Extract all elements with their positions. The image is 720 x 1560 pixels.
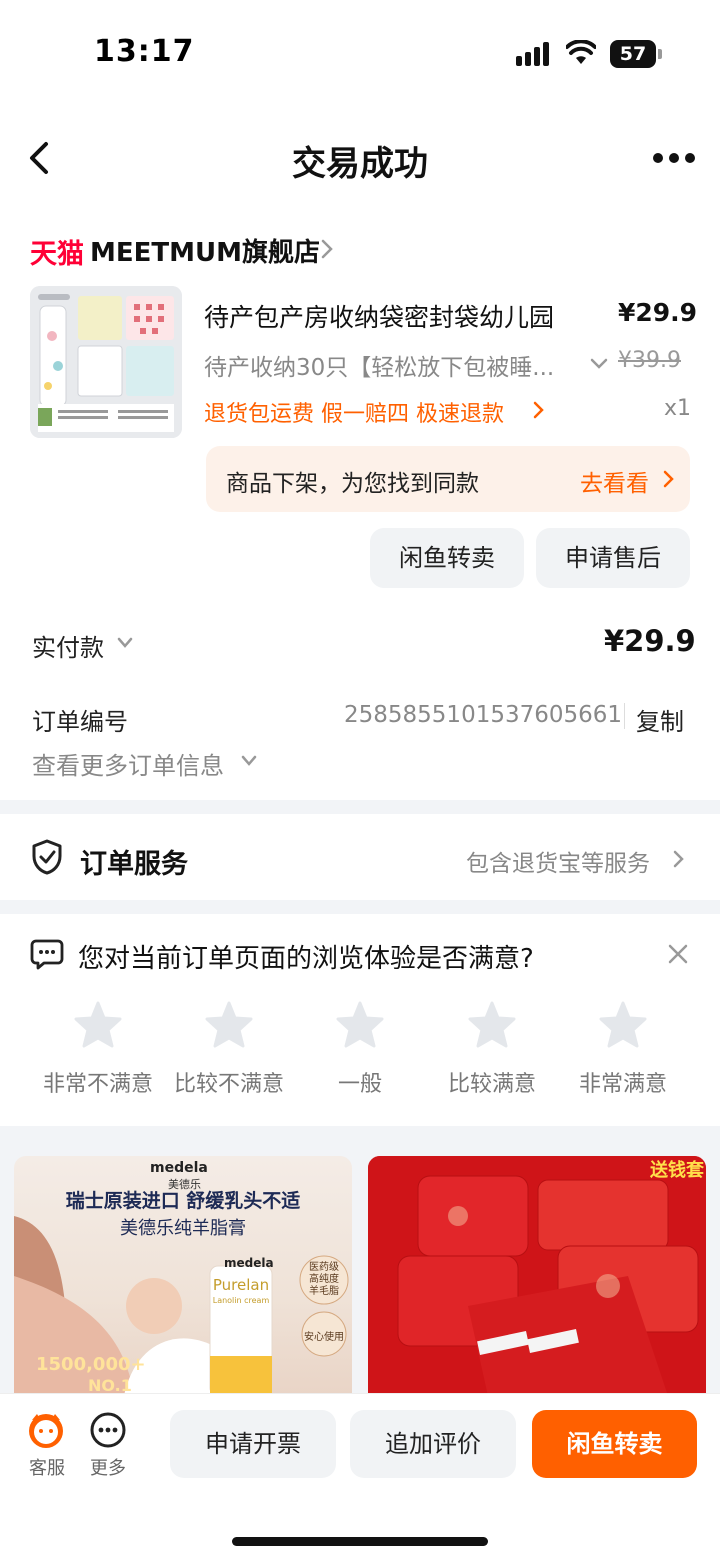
more-options-icon[interactable] <box>650 148 698 168</box>
paid-amount-label[interactable]: 实付款 <box>32 628 104 663</box>
more-order-info-link[interactable]: 查看更多订单信息 <box>32 746 224 781</box>
star-icon[interactable] <box>203 1000 255 1050</box>
product-quantity: x1 <box>664 396 692 421</box>
battery-level: 57 <box>610 40 656 68</box>
battery-indicator: 57 <box>610 40 662 68</box>
chevron-right-icon[interactable] <box>672 848 686 870</box>
product-thumbnail[interactable] <box>30 286 182 438</box>
status-time: 13:17 <box>94 34 195 69</box>
ranking-badge: NO.1 <box>88 1376 132 1395</box>
star-icon[interactable] <box>334 1000 386 1050</box>
rating-option[interactable]: 非常不满意 <box>28 1066 168 1098</box>
star-icon[interactable] <box>597 1000 649 1050</box>
chevron-right-icon[interactable] <box>662 468 676 490</box>
promo-badge: 送钱套 <box>650 1160 704 1181</box>
section-divider <box>0 800 720 814</box>
product-card-medela[interactable]: medela 美德乐 瑞士原装进口 舒缓乳头不适 美德乐纯羊脂膏 medela … <box>14 1156 352 1396</box>
product-sku[interactable]: 待产收纳30只【轻松放下包被睡... <box>204 348 584 382</box>
chevron-down-icon[interactable] <box>240 754 258 768</box>
paid-amount: ¥29.9 <box>604 624 696 658</box>
rating-option[interactable]: 比较不满意 <box>159 1066 299 1098</box>
sales-count: 1500,000+ <box>36 1354 146 1375</box>
chat-bubble-icon <box>30 939 64 970</box>
invoice-button[interactable]: 申请开票 <box>170 1410 336 1478</box>
rating-option[interactable]: 比较满意 <box>422 1066 562 1098</box>
star-icon[interactable] <box>466 1000 518 1050</box>
section-divider <box>0 900 720 914</box>
product-price: ¥29.9 <box>618 298 698 327</box>
survey-question: 您对当前订单页面的浏览体验是否满意? <box>78 944 534 974</box>
order-service-desc[interactable]: 包含退货宝等服务 <box>466 844 650 878</box>
star-icon[interactable] <box>72 1000 124 1050</box>
rating-option[interactable]: 一般 <box>290 1066 430 1098</box>
close-icon[interactable] <box>666 942 690 966</box>
safe-use-badge: 安心使用 <box>304 1332 344 1343</box>
resell-button[interactable]: 闲鱼转卖 <box>370 528 524 588</box>
divider <box>624 703 625 729</box>
order-number-label: 订单编号 <box>32 708 128 736</box>
chevron-right-icon[interactable] <box>318 236 336 262</box>
brand-logo: medela <box>150 1160 208 1176</box>
rating-option[interactable]: 非常满意 <box>553 1066 693 1098</box>
tube-brand: medela <box>224 1256 274 1270</box>
copy-button[interactable]: 复制 <box>636 702 684 737</box>
after-sale-button[interactable]: 申请售后 <box>536 528 690 588</box>
wifi-icon <box>566 40 596 64</box>
tmall-logo: 天猫 <box>30 239 84 270</box>
view-similar-link[interactable]: 去看看 <box>580 464 649 498</box>
chevron-down-icon[interactable] <box>588 356 610 372</box>
add-review-button[interactable]: 追加评价 <box>350 1410 516 1478</box>
order-service-title[interactable]: 订单服务 <box>80 842 188 881</box>
more-label[interactable]: 更多 <box>86 1454 130 1480</box>
chevron-down-icon[interactable] <box>116 636 134 650</box>
resell-button-primary[interactable]: 闲鱼转卖 <box>532 1410 697 1478</box>
product-card-red-bags[interactable]: 送钱套 <box>368 1156 706 1396</box>
ad-headline: 瑞士原装进口 舒缓乳头不适 <box>65 1190 301 1212</box>
service-tags[interactable]: 退货包运费 假一赔四 极速退款 <box>204 396 504 428</box>
original-price: ¥39.9 <box>618 348 681 373</box>
offshelf-text: 商品下架，为您找到同款 <box>226 471 479 497</box>
page-title: 交易成功 <box>292 144 428 184</box>
order-number: 2585855101537605661 <box>344 702 623 728</box>
shop-name[interactable]: MEETMUM旗舰店 <box>90 232 320 269</box>
product-title[interactable]: 待产包产房收纳袋密封袋幼儿园 <box>204 298 594 334</box>
customer-service-label[interactable]: 客服 <box>26 1454 68 1480</box>
signal-icon <box>516 42 549 66</box>
more-circle-icon[interactable] <box>88 1410 128 1450</box>
tube-product-sub: Lanolin cream <box>212 1296 270 1305</box>
customer-service-icon[interactable] <box>26 1410 66 1450</box>
ad-subhead: 美德乐纯羊脂膏 <box>120 1218 246 1239</box>
chevron-right-icon[interactable] <box>532 400 546 420</box>
home-indicator[interactable] <box>232 1537 488 1546</box>
tube-product-name: Purelan <box>212 1276 270 1294</box>
shield-check-icon <box>32 839 62 875</box>
quality-badge: 医药级 高纯度 羊毛脂 <box>309 1262 339 1297</box>
